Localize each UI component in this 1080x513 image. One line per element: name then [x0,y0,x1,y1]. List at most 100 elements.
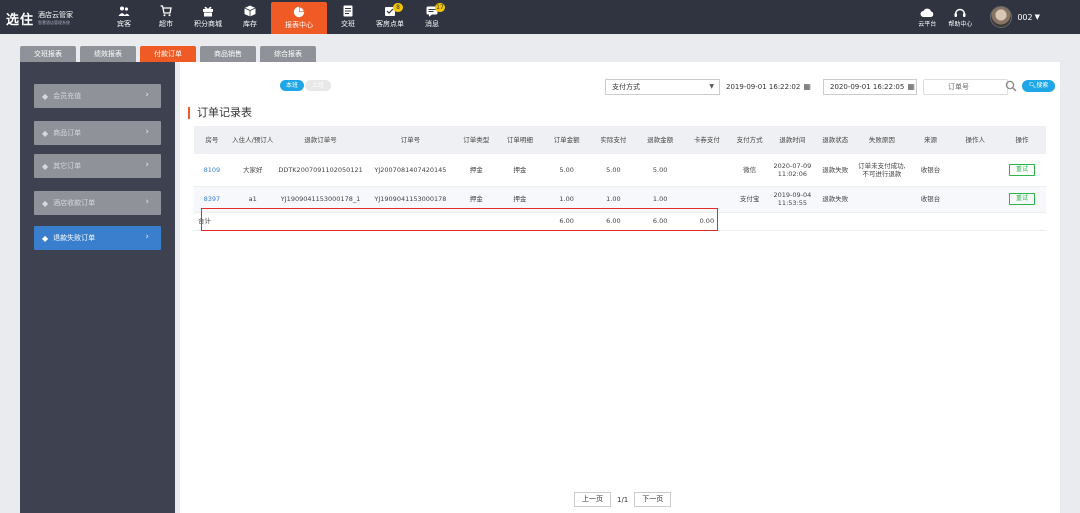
chevron-right-icon: › [145,232,149,242]
chevron-right-icon: › [145,160,149,170]
col-refund-amount: 退款金额 [647,136,674,144]
col-fail-reason: 失败原因 [868,136,895,144]
diamond-icon: ◆ [42,128,49,138]
order-number-input[interactable]: 订单号 [923,79,1008,95]
avatar [990,6,1013,28]
sidebar-item-product-orders[interactable]: ◆ 商品订单 › [34,121,161,145]
main-nav: 宾客 超市 积分商城 库存 报表中心 交班 8 客房点单 17 消息 [103,0,453,34]
nav-item-inventory[interactable]: 库存 [229,0,271,34]
nav-item-handover[interactable]: 交班 [327,0,369,34]
pie-chart-icon [293,6,305,18]
sidebar-item-other-orders[interactable]: ◆ 其它订单 › [34,154,161,178]
tab-performance-report[interactable]: 绩效报表 [80,46,136,62]
room-order-badge: 8 [393,3,403,12]
box-icon [244,5,256,17]
col-order-no: 订单号 [400,136,421,144]
page-title: 订单记录表 [188,107,252,119]
col-coupon: 卡券支付 [693,136,720,144]
col-order-amount: 订单金额 [553,136,580,144]
table-row: 8397 a1 YJ1909041153000178_1 YJ190904115… [194,186,1046,212]
prev-page-button[interactable]: 上一页 [574,492,611,507]
chevron-right-icon: › [145,127,149,137]
chevron-right-icon: › [145,90,149,100]
col-operator: 操作人 [965,136,986,144]
shift-toggle[interactable]: 本班 上班 [280,80,332,91]
chevron-down-icon: ▼ [1034,13,1040,21]
col-refund-time: 退款时间 [779,136,806,144]
room-link[interactable]: 8397 [194,186,230,212]
end-date-field[interactable]: 2020-09-01 16:22:05 ▦ [823,79,917,95]
retry-button[interactable]: 重试 [1009,163,1036,176]
nav-item-points-mall[interactable]: 积分商城 [187,0,229,34]
table-row: 8109 大家好 DDTK2007091102050121 YJ20070814… [194,154,1046,186]
calendar-icon[interactable]: ▦ [803,79,811,95]
main-panel: 本班 上班 支付方式 ▼ 2019-09-01 16:22:02 ▦ 2020-… [180,62,1060,513]
tab-shift-report[interactable]: 交班报表 [20,46,76,62]
diamond-icon: ◆ [42,198,49,208]
total-coupon: 0.00 [699,217,715,225]
page-info: 1/1 [617,495,629,504]
total-row: 合计 6.00 6.00 6.00 0.00 [194,212,1046,230]
col-room: 房号 [205,136,219,144]
sidebar-item-member-recharge[interactable]: ◆ 会员充值 › [34,84,161,108]
brand-tagline: 智慧酒店管理系统 [38,19,71,25]
cloud-icon [920,8,934,17]
search-button[interactable]: 🔍︎搜索 [1022,80,1055,92]
col-order-type: 订单类型 [463,136,490,144]
room-link[interactable]: 8109 [194,154,230,186]
total-paid: 6.00 [606,217,621,225]
nav-item-messages[interactable]: 17 消息 [411,0,453,34]
next-page-button[interactable]: 下一页 [634,492,672,507]
col-refund-status: 退款状态 [822,136,849,144]
brand-name: 选住 [6,13,35,28]
user-name: 002 [1017,12,1033,22]
users-icon [118,5,130,17]
headset-icon [954,8,966,17]
cloud-platform-link[interactable]: 云平台 [918,7,936,28]
messages-badge: 17 [435,3,445,12]
col-refund-no: 退款订单号 [304,136,337,144]
nav-item-market[interactable]: 超市 [145,0,187,34]
report-tabs: 交班报表 绩效报表 付款订单 商品销售 综合报表 [20,46,320,62]
nav-item-guests[interactable]: 宾客 [103,0,145,34]
calendar-icon[interactable]: ▦ [907,79,915,95]
gift-icon [202,5,214,17]
tab-product-sales[interactable]: 商品销售 [200,46,256,62]
chevron-down-icon: ▼ [709,83,714,90]
col-source: 来源 [924,136,938,144]
cart-icon [160,5,172,17]
col-pay-method: 支付方式 [736,136,763,144]
table-header-row: 房号 入住人/预订人 退款订单号 订单号 订单类型 订单明细 订单金额 实际支付… [194,126,1046,154]
retry-button[interactable]: 重试 [1009,193,1036,205]
col-order-detail: 订单明细 [506,136,533,144]
help-center-link[interactable]: 帮助中心 [948,7,972,28]
brand-logo[interactable]: 选住 酒店云管家 智慧酒店管理系统 [6,9,73,28]
col-action: 操作 [1015,136,1029,144]
nav-item-report-center[interactable]: 报表中心 [271,2,327,34]
diamond-icon: ◆ [42,161,49,171]
toggle-previous-shift[interactable]: 上班 [305,80,332,91]
total-refund: 6.00 [652,217,668,225]
col-guest: 入住人/预订人 [232,136,274,144]
tab-comprehensive-report[interactable]: 综合报表 [260,46,316,62]
search-icon[interactable] [1005,80,1017,92]
sidebar-item-refund-failed-orders[interactable]: ◆ 退款失败订单 › [34,226,161,250]
top-bar: 选住 酒店云管家 智慧酒店管理系统 宾客 超市 积分商城 库存 报表中心 交班 … [0,0,1080,34]
sidebar: ◆ 会员充值 › ◆ 商品订单 › ◆ 其它订单 › ◆ 酒店收款订单 › ◆ … [20,62,175,513]
user-menu[interactable]: 002 ▼ [990,6,1040,28]
total-amount: 6.00 [559,217,574,225]
total-label: 合计 [198,217,211,225]
brand-subtitle: 酒店云管家 [38,10,74,19]
diamond-icon: ◆ [42,233,49,243]
sidebar-item-hotel-payment-orders[interactable]: ◆ 酒店收款订单 › [34,191,161,215]
chevron-right-icon: › [145,197,149,207]
nav-item-room-order[interactable]: 8 客房点单 [369,0,411,34]
pagination: 上一页 1/1 下一页 [574,492,672,507]
col-paid: 实际支付 [600,136,627,144]
orders-table: 房号 入住人/预订人 退款订单号 订单号 订单类型 订单明细 订单金额 实际支付… [194,126,1046,231]
tab-payment-orders[interactable]: 付款订单 [140,46,196,62]
handover-icon [342,5,354,17]
payment-method-select[interactable]: 支付方式 ▼ [605,79,720,95]
start-date-field[interactable]: 2019-09-01 16:22:02 ▦ [726,79,818,95]
toggle-current-shift[interactable]: 本班 [280,80,305,91]
